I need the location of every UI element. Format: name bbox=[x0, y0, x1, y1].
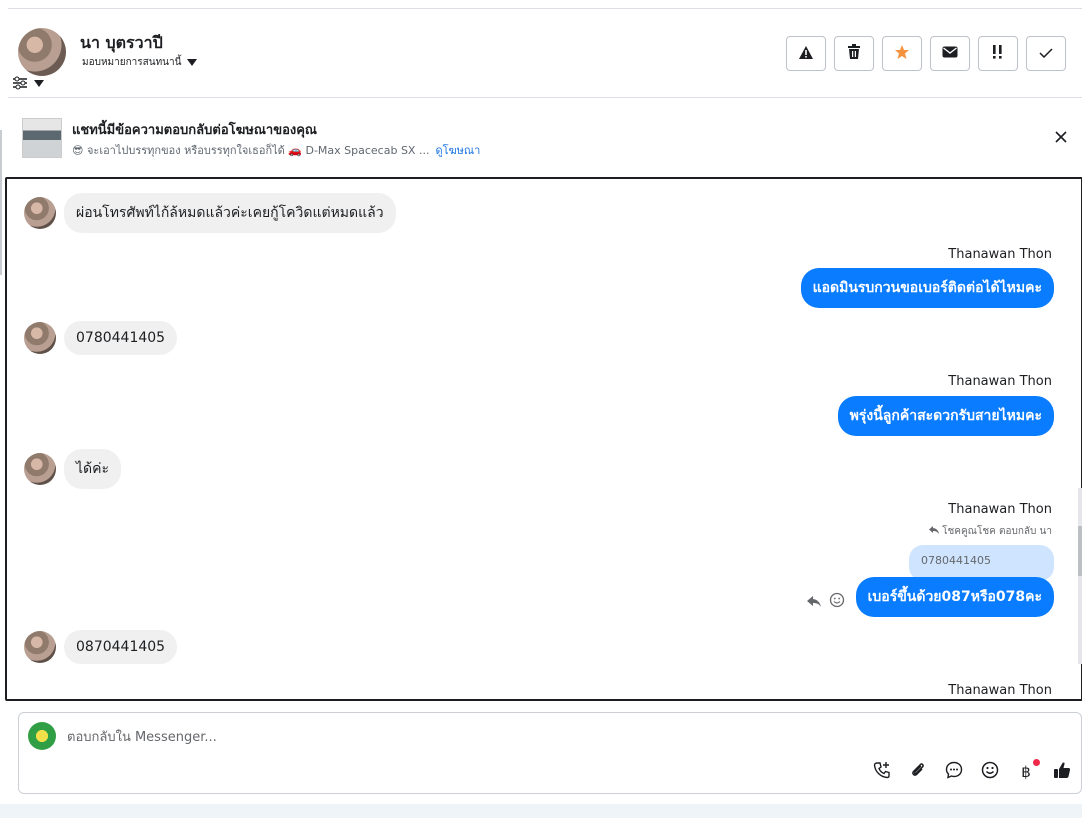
message-bubble[interactable]: ผ่อนโทรศัพท์ไก้ล้หมดแล้วค่ะเคยกู้โควิดแต… bbox=[64, 193, 396, 233]
trash-icon bbox=[847, 44, 861, 63]
like-button[interactable] bbox=[1051, 761, 1073, 783]
close-banner-button[interactable] bbox=[1052, 128, 1070, 146]
warning-icon bbox=[798, 45, 814, 63]
ad-snippet-row: 😎 จะเอาไปบรรทุกของ หรือบรรทุกใจเธอก็ได้ … bbox=[72, 141, 480, 159]
message-bubble[interactable]: ได้ค่ะ bbox=[64, 449, 122, 489]
conversation-header: นา บุตรวาปี มอบหมายการสนทนานี้ bbox=[8, 9, 1082, 98]
close-icon bbox=[1052, 131, 1070, 150]
ad-reply-banner: แชทนี้มีข้อความตอบกลับต่อโฆษณาของคุณ 😎 จ… bbox=[8, 98, 1082, 176]
view-ad-link[interactable]: ดูโฆษณา bbox=[435, 141, 480, 159]
message-thread[interactable]: ผ่อนโทรศัพท์ไก้ล้หมดแล้วค่ะเคยกู้โควิดแต… bbox=[5, 177, 1082, 701]
page-avatar bbox=[28, 722, 56, 750]
sender-name: Thanawan Thon bbox=[948, 247, 1052, 262]
ad-snippet: 😎 จะเอาไปบรรทุกของ หรือบรรทุกใจเธอก็ได้ … bbox=[72, 144, 430, 157]
mark-unread-button[interactable] bbox=[930, 36, 970, 71]
exclamation-icon bbox=[990, 44, 1006, 63]
chevron-down-icon bbox=[34, 79, 44, 87]
incoming-message: 0870441405 bbox=[24, 630, 178, 664]
scrollbar-thumb[interactable] bbox=[1078, 526, 1082, 576]
spam-button[interactable] bbox=[786, 36, 826, 71]
reply-arrow-icon bbox=[929, 526, 940, 537]
reply-input[interactable] bbox=[67, 725, 867, 749]
done-button[interactable] bbox=[1026, 36, 1066, 71]
left-edge bbox=[0, 130, 2, 275]
quoted-message[interactable]: 0780441405 bbox=[909, 545, 1054, 581]
bottom-bar bbox=[0, 804, 1082, 818]
assign-dropdown[interactable]: มอบหมายการสนทนานี้ bbox=[82, 55, 198, 70]
emoji-reaction-icon[interactable] bbox=[829, 592, 845, 612]
replied-note-text: โชคคูณโชค ตอบกลับ นา bbox=[942, 526, 1052, 537]
contact-avatar-small[interactable] bbox=[24, 631, 56, 663]
filter-menu-button[interactable] bbox=[12, 73, 56, 93]
header-actions bbox=[786, 36, 1066, 71]
star-icon bbox=[894, 44, 910, 63]
sender-name: Thanawan Thon bbox=[948, 374, 1052, 389]
incoming-message: ได้ค่ะ bbox=[24, 449, 122, 489]
scrollbar[interactable] bbox=[1078, 488, 1082, 664]
outgoing-message-bubble[interactable]: แอดมินรบกวนขอเบอร์ติดต่อได้ไหมคะ bbox=[800, 268, 1054, 308]
chevron-down-icon bbox=[187, 59, 198, 66]
payment-button[interactable]: ฿ bbox=[1015, 759, 1040, 783]
contact-avatar-small[interactable] bbox=[24, 197, 56, 229]
check-icon bbox=[1039, 46, 1053, 61]
follow-up-button[interactable] bbox=[978, 36, 1018, 71]
message-composer: ฿ bbox=[18, 712, 1082, 794]
contact-avatar-small[interactable] bbox=[24, 453, 56, 485]
chat-bubble-icon bbox=[945, 761, 963, 783]
sender-name: Thanawan Thon bbox=[948, 683, 1052, 698]
message-bubble[interactable]: 0870441405 bbox=[64, 630, 178, 664]
envelope-icon bbox=[942, 46, 958, 61]
incoming-message: ผ่อนโทรศัพท์ไก้ล้หมดแล้วค่ะเคยกู้โควิดแต… bbox=[24, 193, 396, 233]
message-bubble[interactable]: 0780441405 bbox=[64, 321, 178, 355]
phone-add-icon bbox=[873, 761, 891, 783]
composer-tools: ฿ bbox=[871, 759, 1073, 783]
smiley-icon bbox=[981, 761, 999, 783]
notification-dot bbox=[1033, 759, 1040, 766]
reply-context: โชคคูณโชค ตอบกลับ นา bbox=[929, 524, 1052, 539]
outgoing-message-bubble[interactable]: พรุ่งนี้ลูกค้าสะดวกรับสายไหมคะ bbox=[837, 396, 1054, 436]
saved-replies-button[interactable] bbox=[943, 761, 965, 783]
call-button[interactable] bbox=[871, 761, 893, 783]
ad-thumbnail[interactable] bbox=[22, 118, 62, 158]
contact-name[interactable]: นา บุตรวาปี bbox=[80, 31, 163, 56]
message-tools bbox=[807, 592, 845, 612]
contact-avatar[interactable] bbox=[18, 28, 66, 76]
contact-avatar-small[interactable] bbox=[24, 322, 56, 354]
attach-button[interactable] bbox=[907, 761, 929, 783]
reply-icon[interactable] bbox=[807, 593, 821, 612]
assign-label: มอบหมายการสนทนานี้ bbox=[82, 57, 182, 68]
outgoing-message-bubble[interactable]: เบอร์ขึ้นด้วย087หรือ078คะ bbox=[855, 577, 1054, 617]
emoji-button[interactable] bbox=[979, 761, 1001, 783]
thumbs-up-icon bbox=[1053, 761, 1071, 783]
sliders-icon bbox=[12, 76, 28, 90]
paperclip-icon bbox=[909, 761, 927, 783]
incoming-message: 0780441405 bbox=[24, 321, 178, 355]
delete-button[interactable] bbox=[834, 36, 874, 71]
baht-icon: ฿ bbox=[1021, 763, 1031, 781]
ad-banner-title: แชทนี้มีข้อความตอบกลับต่อโฆษณาของคุณ bbox=[72, 123, 317, 138]
star-button[interactable] bbox=[882, 36, 922, 71]
sender-name: Thanawan Thon bbox=[948, 502, 1052, 517]
